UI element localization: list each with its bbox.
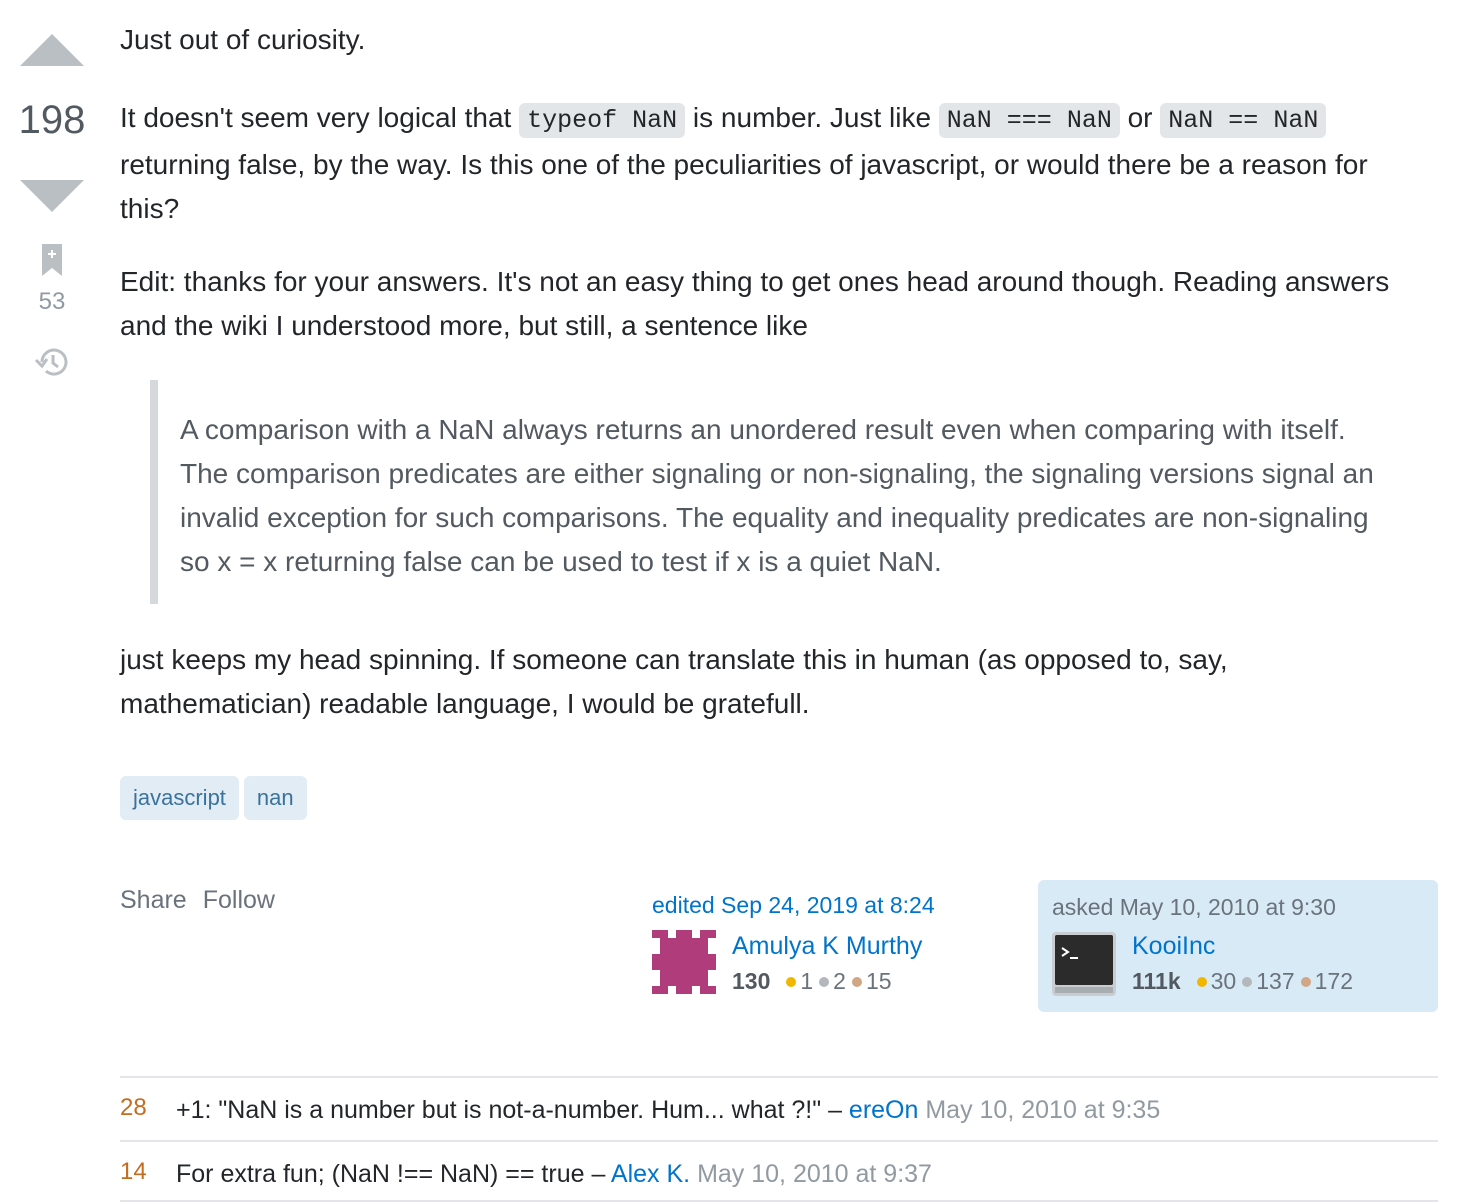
share-link[interactable]: Share (120, 886, 187, 915)
owner-gold-count: 30 (1210, 968, 1237, 994)
upvote-arrow-icon[interactable] (20, 34, 84, 66)
vote-score: 198 (18, 98, 86, 142)
comment-item: 28 +1: "NaN is a number but is not-a-num… (120, 1076, 1438, 1140)
comment-date[interactable]: May 10, 2010 at 9:37 (690, 1160, 932, 1188)
comment-score: 28 (120, 1094, 147, 1121)
comment-text: +1: "NaN is a number but is not-a-number… (176, 1096, 849, 1124)
downvote-arrow-icon[interactable] (20, 180, 84, 212)
follow-link[interactable]: Follow (203, 886, 275, 915)
comments-divider (120, 1200, 1438, 1202)
asked-date: asked May 10, 2010 at 9:30 (1052, 894, 1336, 920)
comment-list: 28 +1: "NaN is a number but is not-a-num… (120, 1076, 1438, 1204)
comment-body: For extra fun; (NaN !== NaN) == true – A… (176, 1160, 932, 1189)
editor-gold-count: 1 (800, 968, 814, 994)
comment-date[interactable]: May 10, 2010 at 9:35 (918, 1096, 1160, 1124)
paragraph-question: It doesn't seem very logical that typeof… (120, 96, 1420, 231)
bookmark-count: 53 (38, 288, 66, 315)
comment-text: For extra fun; (NaN !== NaN) == true – (176, 1160, 611, 1188)
bookmark-icon[interactable] (42, 244, 62, 276)
post-menu: Share Follow (120, 886, 275, 915)
editor-signature: edited Sep 24, 2019 at 8:24 Amulya K Mur… (652, 892, 1012, 994)
inline-code: typeof NaN (519, 103, 686, 138)
gold-badge-icon (786, 976, 797, 987)
blockquote: A comparison with a NaN always returns a… (150, 380, 1408, 604)
editor-avatar[interactable] (652, 930, 716, 994)
text-span: returning false, by the way. Is this one… (120, 149, 1368, 224)
bronze-badge-icon (1300, 976, 1311, 987)
inline-code: NaN == NaN (1160, 103, 1327, 138)
text-span: It doesn't seem very logical that (120, 102, 520, 133)
history-icon[interactable] (34, 344, 70, 380)
owner-name-link[interactable]: KooiInc (1132, 932, 1215, 961)
comment-score: 14 (120, 1158, 147, 1185)
silver-badge-icon (819, 976, 830, 987)
bronze-badge-icon (851, 976, 862, 987)
text-span: or (1119, 102, 1161, 133)
owner-avatar-terminal-icon[interactable] (1052, 932, 1116, 996)
comment-user-link[interactable]: ereOn (849, 1096, 918, 1124)
owner-silver-count: 137 (1256, 968, 1295, 994)
owner-rep-score: 111k (1132, 968, 1181, 994)
owner-signature: asked May 10, 2010 at 9:30 KooiInc 111k 3… (1038, 880, 1438, 1012)
paragraph-intro: Just out of curiosity. (120, 24, 366, 55)
gold-badge-icon (1196, 976, 1207, 987)
paragraph-closing: just keeps my head spinning. If someone … (120, 644, 1228, 719)
owner-bronze-count: 172 (1314, 968, 1353, 994)
tag-list: javascript nan (120, 776, 307, 820)
editor-bronze-count: 15 (865, 968, 892, 994)
edited-date-link[interactable]: edited Sep 24, 2019 at 8:24 (652, 892, 1012, 919)
editor-silver-count: 2 (833, 968, 846, 994)
tag-javascript[interactable]: javascript (120, 776, 239, 820)
tag-nan[interactable]: nan (243, 776, 307, 820)
editor-reputation: 130 1 2 15 (732, 968, 892, 995)
silver-badge-icon (1242, 976, 1253, 987)
text-span: is number. Just like (685, 102, 939, 133)
comment-user-link[interactable]: Alex K. (611, 1160, 690, 1188)
editor-name-link[interactable]: Amulya K Murthy (732, 932, 922, 961)
inline-code: NaN === NaN (938, 103, 1120, 138)
paragraph-edit: Edit: thanks for your answers. It's not … (120, 266, 1390, 341)
comment-item: 14 For extra fun; (NaN !== NaN) == true … (120, 1140, 1438, 1204)
editor-rep-score: 130 (732, 968, 771, 994)
owner-reputation: 111k 30 137 172 (1132, 968, 1353, 995)
blockquote-text: A comparison with a NaN always returns a… (180, 414, 1374, 577)
comment-body: +1: "NaN is a number but is not-a-number… (176, 1096, 1160, 1125)
